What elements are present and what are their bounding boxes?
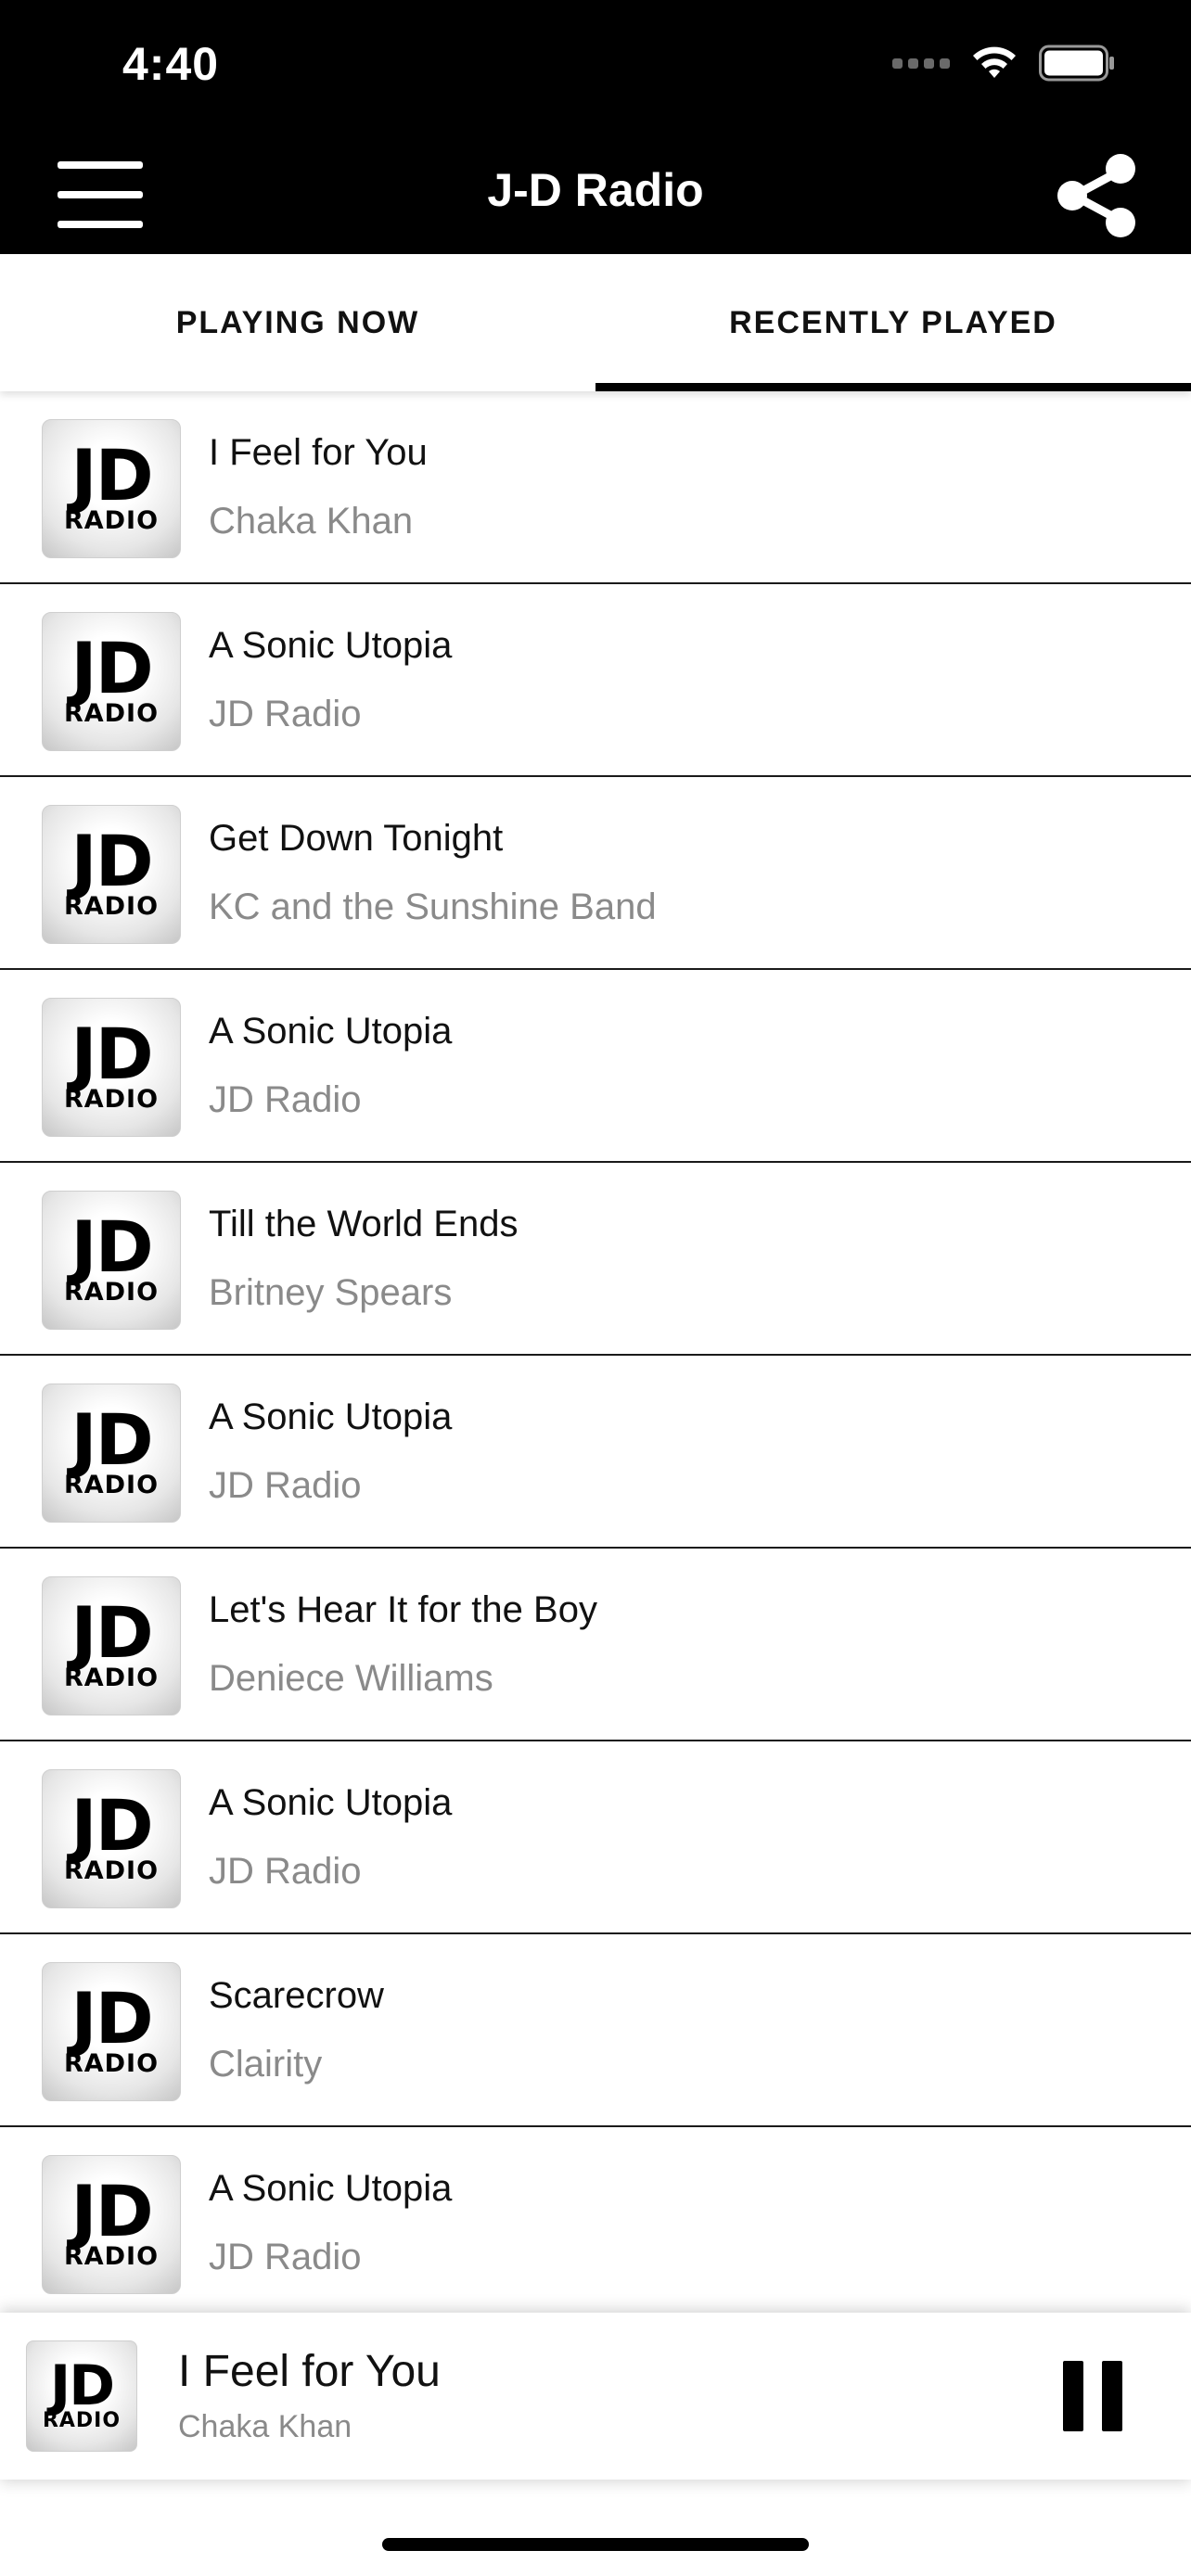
jd-radio-logo-icon: JD RADIO [42, 805, 181, 944]
jd-radio-logo-icon: JD RADIO [42, 2155, 181, 2294]
jd-radio-logo-icon: JD RADIO [42, 1384, 181, 1523]
track-artist: Britney Spears [209, 1272, 453, 1313]
track-artist: JD Radio [209, 694, 362, 734]
logo-text-small: RADIO [63, 699, 160, 728]
track-title: Get Down Tonight [209, 818, 504, 859]
logo-text-large: JD [70, 1398, 153, 1481]
share-icon[interactable] [1054, 152, 1141, 239]
list-item[interactable]: JD RADIO Till the World Ends Britney Spe… [0, 1163, 1191, 1356]
tab-bar: PLAYING NOW RECENTLY PLAYED [0, 254, 1191, 391]
jd-radio-logo-icon: JD RADIO [42, 1191, 181, 1330]
track-title: I Feel for You [209, 432, 428, 473]
track-artist: JD Radio [209, 1851, 362, 1892]
logo-text-large: JD [70, 1205, 153, 1288]
logo-text-large: JD [70, 434, 153, 516]
logo-text-large: JD [49, 2353, 115, 2418]
jd-radio-logo-icon: JD RADIO [42, 1962, 181, 2101]
status-bar: 4:40 [0, 0, 1191, 135]
logo-text-large: JD [70, 820, 153, 902]
track-title: Till the World Ends [209, 1204, 519, 1244]
pause-icon [1102, 2361, 1122, 2431]
logo-text-large: JD [70, 627, 153, 709]
track-title: A Sonic Utopia [209, 1011, 453, 1052]
tab-recently-played[interactable]: RECENTLY PLAYED [596, 254, 1191, 391]
now-playing-artist: Chaka Khan [178, 2409, 352, 2444]
jd-radio-logo-icon: JD RADIO [42, 419, 181, 558]
page-title: J-D Radio [487, 164, 704, 216]
home-indicator[interactable] [382, 2538, 809, 2551]
list-item[interactable]: JD RADIO A Sonic Utopia JD Radio [0, 1741, 1191, 1934]
jd-radio-logo-icon: JD RADIO [42, 998, 181, 1137]
list-item[interactable]: JD RADIO A Sonic Utopia JD Radio [0, 970, 1191, 1163]
app-header: J-D Radio [0, 135, 1191, 254]
logo-text-large: JD [70, 1591, 153, 1674]
track-title: A Sonic Utopia [209, 1396, 453, 1437]
logo-text-large: JD [70, 2170, 153, 2252]
tab-playing-now[interactable]: PLAYING NOW [0, 254, 596, 391]
cellular-signal-icon [892, 57, 950, 69]
track-artist: KC and the Sunshine Band [209, 886, 657, 927]
track-title: A Sonic Utopia [209, 625, 453, 666]
mini-player[interactable]: JD RADIO I Feel for You Chaka Khan [0, 2313, 1191, 2480]
logo-text-small: RADIO [63, 506, 160, 535]
logo-text-small: RADIO [63, 2242, 160, 2271]
now-playing-title: I Feel for You [178, 2347, 441, 2396]
track-artist: Clairity [209, 2044, 323, 2085]
track-title: A Sonic Utopia [209, 1782, 453, 1823]
track-artist: Chaka Khan [209, 501, 414, 542]
list-item[interactable]: JD RADIO A Sonic Utopia JD Radio [0, 584, 1191, 777]
list-item[interactable]: JD RADIO Get Down Tonight KC and the Sun… [0, 777, 1191, 970]
track-title: Let's Hear It for the Boy [209, 1589, 597, 1630]
logo-text-small: RADIO [63, 1085, 160, 1114]
pause-button[interactable] [1059, 2361, 1126, 2431]
logo-text-large: JD [70, 1784, 153, 1867]
list-item[interactable]: JD RADIO Let's Hear It for the Boy Denie… [0, 1549, 1191, 1741]
status-time: 4:40 [122, 38, 220, 90]
list-item[interactable]: JD RADIO A Sonic Utopia JD Radio [0, 1356, 1191, 1549]
track-artist: JD Radio [209, 1079, 362, 1120]
wifi-icon [973, 46, 1016, 78]
battery-icon [1039, 45, 1114, 82]
list-item[interactable]: JD RADIO A Sonic Utopia JD Radio [0, 2127, 1191, 2320]
list-item[interactable]: JD RADIO Scarecrow Clairity [0, 1934, 1191, 2127]
list-item[interactable]: JD RADIO I Feel for You Chaka Khan [0, 391, 1191, 584]
jd-radio-logo-icon: JD RADIO [42, 1576, 181, 1715]
track-title: Scarecrow [209, 1975, 384, 2016]
pause-icon [1063, 2361, 1083, 2431]
track-artist: Deniece Williams [209, 1658, 493, 1699]
logo-text-large: JD [70, 1977, 153, 2060]
logo-text-small: RADIO [63, 1278, 160, 1307]
logo-text-small: RADIO [42, 2409, 122, 2432]
jd-radio-logo-icon: JD RADIO [26, 2340, 137, 2452]
logo-text-small: RADIO [63, 892, 160, 921]
track-title: A Sonic Utopia [209, 2168, 453, 2209]
track-artist: JD Radio [209, 1465, 362, 1506]
logo-text-large: JD [70, 1013, 153, 1095]
track-artist: JD Radio [209, 2237, 362, 2277]
status-indicators [892, 45, 1115, 82]
logo-text-small: RADIO [63, 2049, 160, 2078]
jd-radio-logo-icon: JD RADIO [42, 612, 181, 751]
app-screen: 4:40 J-D Radio PLAYING NOW RECENTLY PLAY… [0, 0, 1191, 2576]
logo-text-small: RADIO [63, 1471, 160, 1499]
logo-text-small: RADIO [63, 1664, 160, 1692]
logo-text-small: RADIO [63, 1856, 160, 1885]
recently-played-list: JD RADIO I Feel for You Chaka Khan JD RA… [0, 391, 1191, 2320]
jd-radio-logo-icon: JD RADIO [42, 1769, 181, 1908]
